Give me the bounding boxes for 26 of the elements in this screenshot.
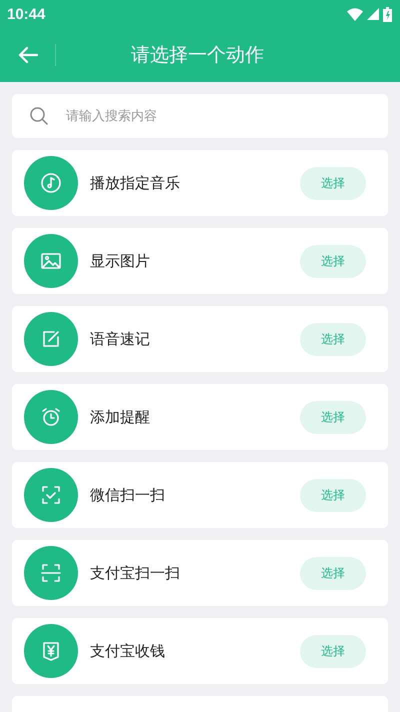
action-label: 支付宝扫一扫 bbox=[90, 564, 181, 582]
alarm-clock-icon bbox=[39, 405, 63, 429]
action-label: 微信扫一扫 bbox=[90, 486, 166, 504]
search-icon bbox=[30, 107, 48, 125]
wifi-icon bbox=[347, 8, 363, 20]
select-button[interactable]: 选择 bbox=[300, 556, 366, 590]
select-button[interactable]: 选择 bbox=[300, 244, 366, 278]
select-button[interactable]: 选择 bbox=[300, 634, 366, 668]
battery-icon bbox=[383, 6, 392, 22]
search-field[interactable]: 请输入搜索内容 bbox=[12, 94, 388, 138]
select-button[interactable]: 选择 bbox=[300, 322, 366, 356]
action-label: 添加提醒 bbox=[90, 408, 151, 426]
music-note-icon bbox=[39, 171, 63, 195]
action-label: 支付宝收钱 bbox=[90, 642, 166, 660]
action-label: 显示图片 bbox=[90, 252, 151, 270]
action-label: 播放指定音乐 bbox=[90, 174, 181, 192]
select-button[interactable]: 选择 bbox=[300, 166, 366, 200]
action-label: 语音速记 bbox=[90, 330, 151, 348]
select-button[interactable]: 选择 bbox=[300, 400, 366, 434]
status-time: 10:44 bbox=[7, 6, 46, 22]
select-button[interactable]: 选择 bbox=[300, 478, 366, 512]
back-arrow-icon bbox=[18, 46, 38, 64]
page-title: 请选择一个动作 bbox=[131, 43, 264, 68]
signal-icon bbox=[367, 8, 379, 20]
scan-check-icon bbox=[39, 483, 63, 507]
scan-icon bbox=[39, 561, 63, 585]
